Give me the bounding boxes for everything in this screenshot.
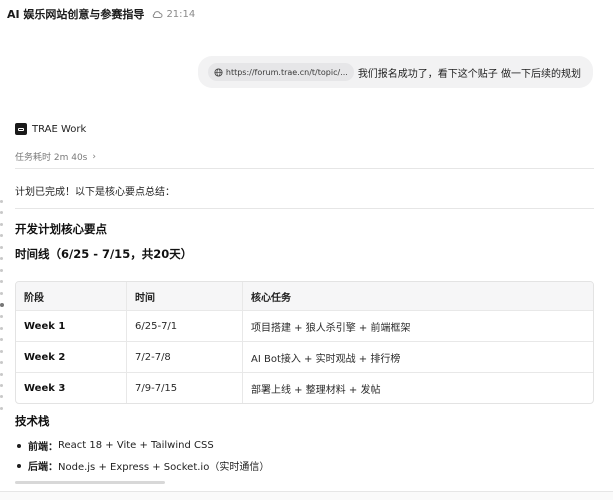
task-duration-toggle[interactable]: 任务耗时 2m 40s › (15, 150, 96, 164)
user-message-bubble: https://forum.trae.cn/t/topic/... 我们报名成功… (197, 56, 593, 88)
table-cell: Week 2 (24, 351, 66, 363)
timestamp: 21:14 (166, 8, 196, 20)
bullet-icon (17, 443, 21, 448)
agent-header: TRAE Work (15, 123, 86, 135)
table-row: Week 2 7/2-7/8 AI Bot接入 + 实时观战 + 排行榜 (16, 341, 593, 372)
composer-area[interactable] (0, 491, 613, 500)
list-item-key: 后端： (28, 462, 58, 473)
user-message-text: 我们报名成功了，看下这个贴子 做一下后续的规划 (357, 68, 581, 80)
timeline-table: 阶段 时间 核心任务 Week 1 6/25-7/1 项目搭建 + 狼人杀引擎 … (15, 281, 594, 404)
table-header-cell: 阶段 (24, 292, 44, 304)
table-cell: Week 1 (24, 320, 66, 332)
table-header-row: 阶段 时间 核心任务 (16, 282, 593, 310)
table-cell: 6/25-7/1 (126, 311, 242, 341)
trae-logo-icon (15, 123, 27, 135)
summary-text: 计划已完成！以下是核心要点总结： (15, 187, 175, 198)
task-duration-label: 任务耗时 2m 40s (15, 153, 88, 163)
list-item-value: React 18 + Vite + Tailwind CSS (58, 440, 214, 451)
timeline-heading: 时间线（6/25 - 7/15，共20天） (15, 247, 193, 261)
list-item: 后端： Node.js + Express + Socket.io（实时通信） (15, 458, 269, 473)
table-row: Week 1 6/25-7/1 项目搭建 + 狼人杀引擎 + 前端框架 (16, 310, 593, 341)
table-cell: 项目搭建 + 狼人杀引擎 + 前端框架 (242, 311, 593, 341)
plan-heading: 开发计划核心要点 (15, 222, 107, 236)
cloud-icon (153, 11, 163, 18)
table-cell: 7/2-7/8 (126, 342, 242, 372)
clipped-text-line (15, 478, 165, 484)
table-cell: 7/9-7/15 (126, 373, 242, 403)
list-item: 前端： React 18 + Vite + Tailwind CSS (15, 438, 214, 453)
conversation-title: AI 娱乐网站创意与参赛指导 (7, 8, 145, 21)
link-url: https://forum.trae.cn/t/topic/... (225, 67, 348, 77)
scroll-indicator[interactable] (0, 200, 4, 410)
link-chip[interactable]: https://forum.trae.cn/t/topic/... (207, 63, 354, 81)
divider (15, 208, 594, 209)
tech-stack-heading: 技术栈 (15, 414, 50, 428)
chevron-right-icon: › (92, 151, 96, 162)
table-header-cell: 时间 (126, 282, 242, 310)
list-item-value: Node.js + Express + Socket.io（实时通信） (58, 462, 270, 473)
agent-name: TRAE Work (32, 123, 87, 135)
table-cell: AI Bot接入 + 实时观战 + 排行榜 (242, 342, 593, 372)
divider (15, 168, 594, 169)
table-cell: Week 3 (24, 382, 66, 394)
table-header-cell: 核心任务 (242, 282, 593, 310)
table-cell: 部署上线 + 整理材料 + 发帖 (242, 373, 593, 403)
title-bar: AI 娱乐网站创意与参赛指导 21:14 (0, 0, 613, 28)
table-row: Week 3 7/9-7/15 部署上线 + 整理材料 + 发帖 (16, 372, 593, 403)
list-item-key: 前端： (28, 442, 58, 453)
bullet-icon (17, 463, 21, 468)
globe-icon (214, 67, 223, 77)
